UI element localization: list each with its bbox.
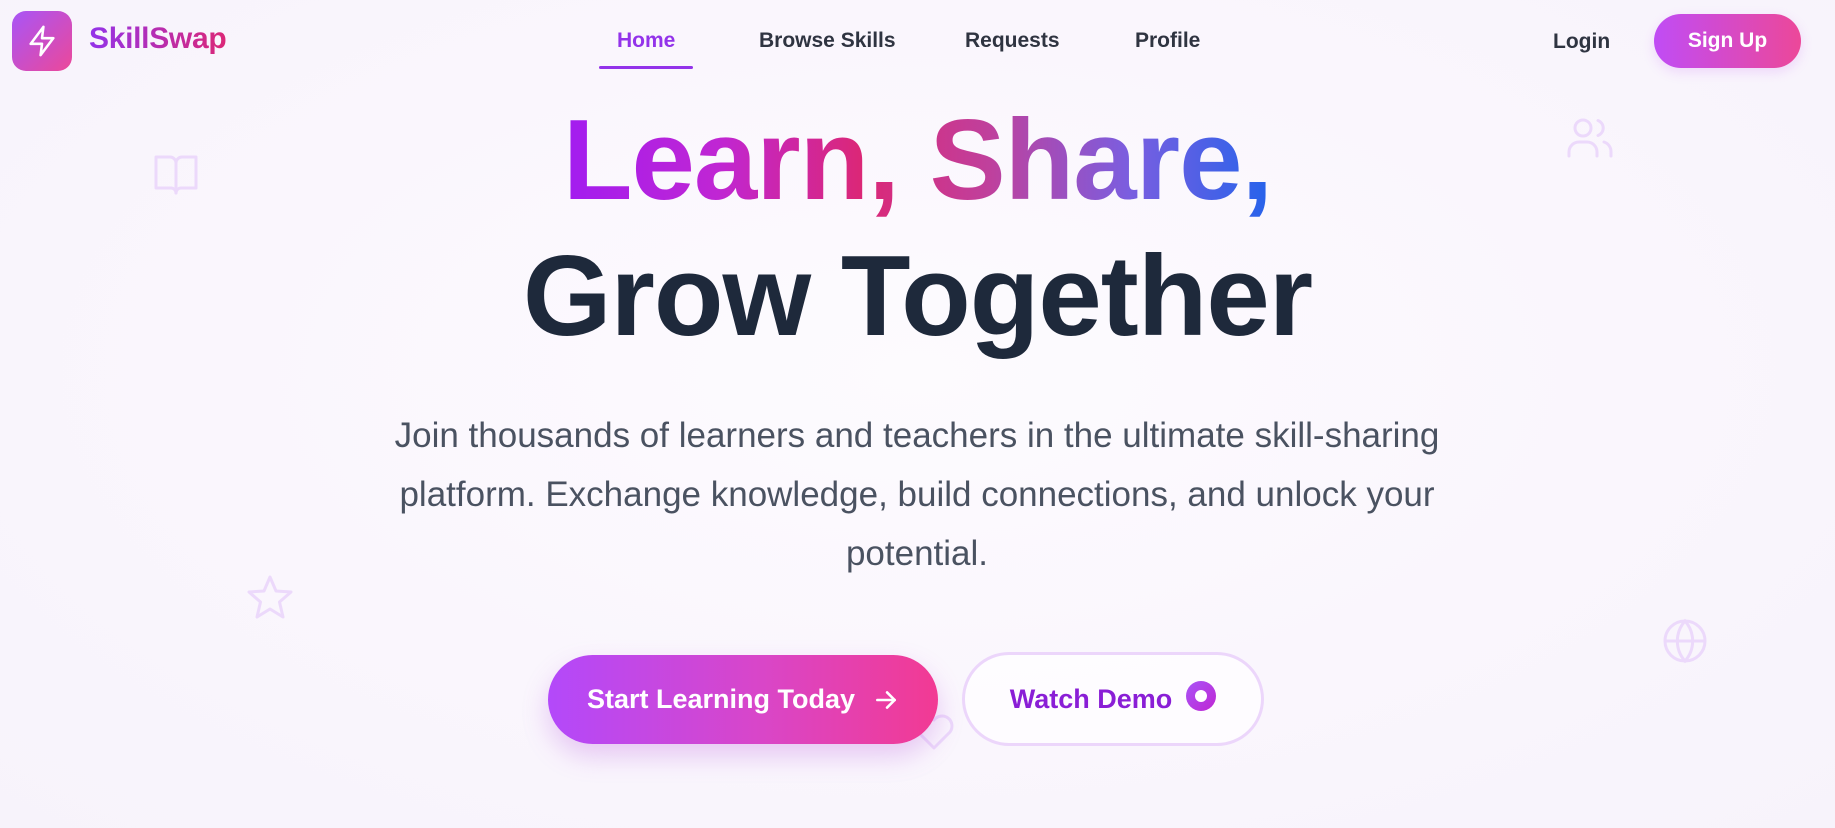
nav-link-profile[interactable]: Profile [1135,29,1200,53]
nav-link-home[interactable]: Home [617,29,675,53]
play-icon [1186,681,1217,711]
landing-page: SkillSwap Home Browse Skills Requests Pr… [0,0,1835,828]
hero-heading-line-2: Grow Together [522,233,1313,360]
watch-demo-label: Watch Demo [1009,683,1173,714]
nav-link-requests[interactable]: Requests [965,29,1060,53]
globe-icon [1663,618,1707,664]
top-navbar: SkillSwap Home Browse Skills Requests Pr… [0,0,1835,84]
start-learning-button[interactable]: Start Learning Today [548,655,938,744]
sign-up-button[interactable]: Sign Up [1654,14,1801,68]
hero-heading-gradient-text: Learn, Share, [562,97,1273,224]
arrow-right-icon [876,690,896,709]
hero-subtitle: Join thousands of learners and teachers … [394,416,1440,573]
login-link[interactable]: Login [1553,30,1610,54]
brand-name[interactable]: SkillSwap [89,22,227,56]
nav-link-browse-skills[interactable]: Browse Skills [759,29,896,53]
start-learning-label: Start Learning Today [586,684,856,714]
watch-demo-button[interactable]: Watch Demo [962,652,1264,746]
star-icon [247,575,293,619]
hero-heading-line-1: Learn, Share, [0,96,1835,226]
logo-badge[interactable] [12,11,72,71]
lightning-bolt-icon [29,25,55,57]
nav-active-underline [599,66,693,69]
